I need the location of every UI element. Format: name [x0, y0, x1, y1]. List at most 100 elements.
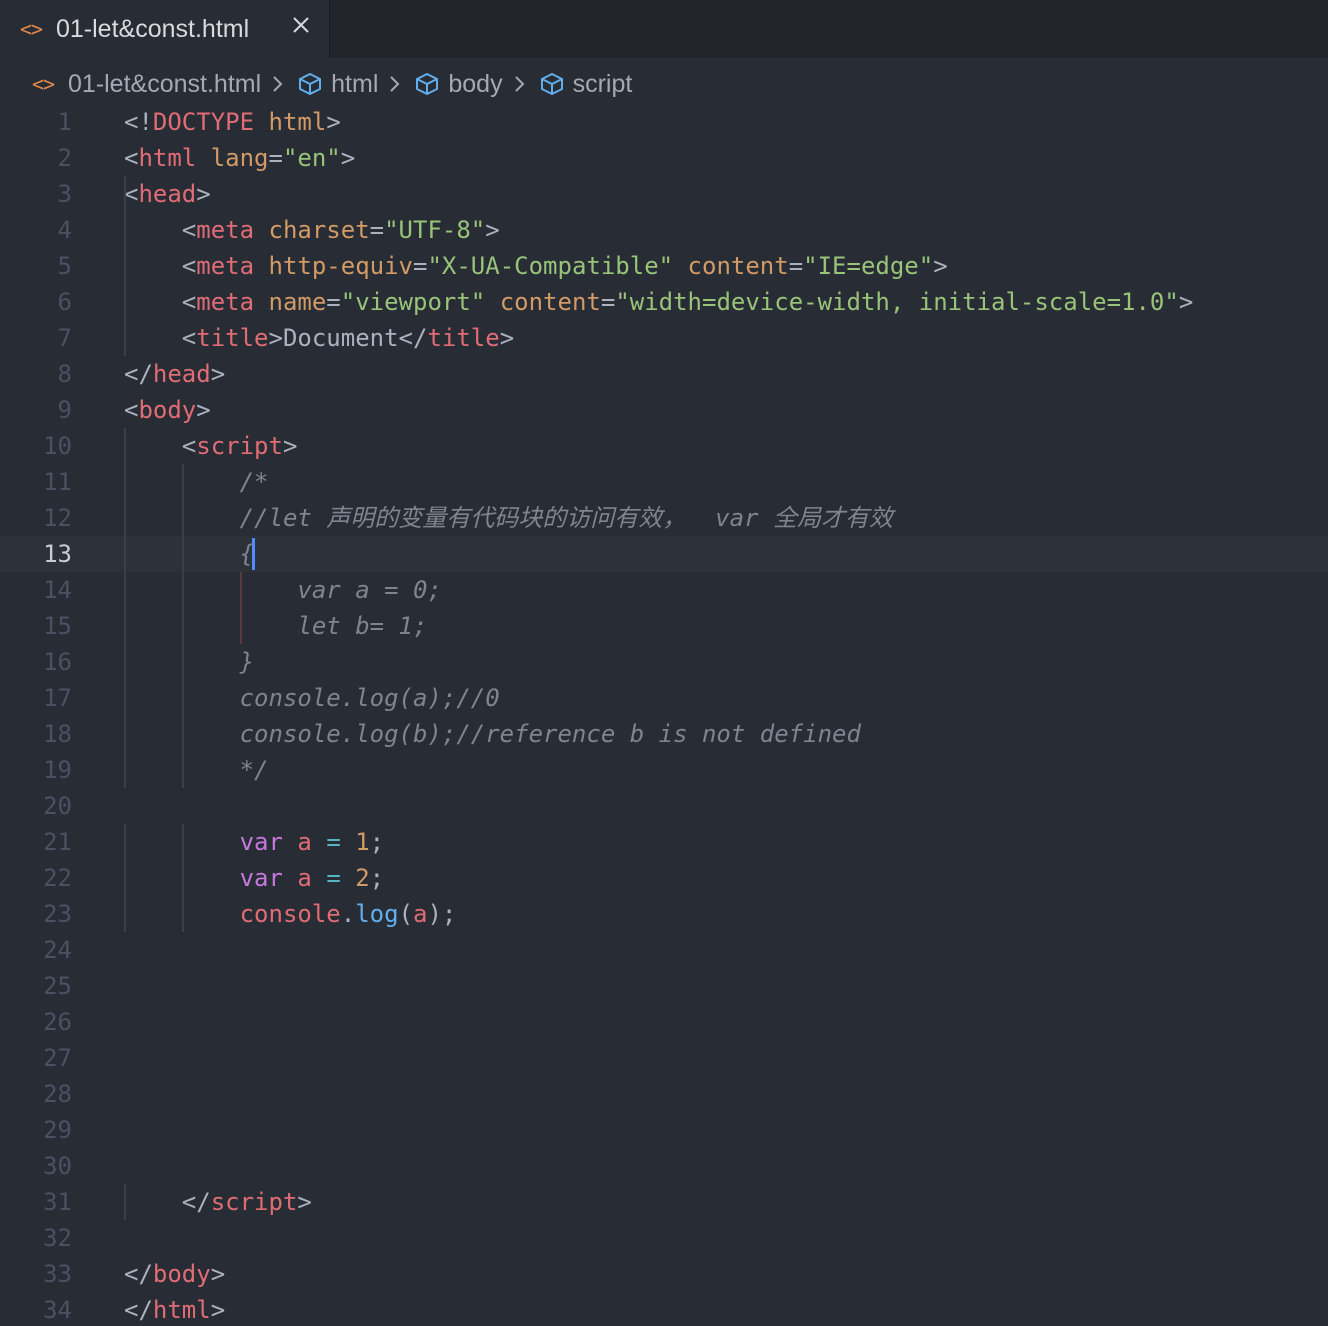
breadcrumb-item-html[interactable]: html [285, 70, 378, 99]
code-line[interactable]: 23 console.log(a); [0, 896, 1328, 932]
code-token: "width=device-width, initial-scale=1.0" [615, 288, 1179, 316]
close-icon[interactable] [290, 14, 312, 36]
code-line[interactable]: 16 } [0, 644, 1328, 680]
code-line[interactable]: 27 [0, 1040, 1328, 1076]
code-token: </ [124, 1296, 153, 1324]
code-token: "IE=edge" [803, 252, 934, 280]
code-line[interactable]: 19 */ [0, 752, 1328, 788]
code-token: < [124, 396, 139, 424]
code-line[interactable]: 34 </html> [0, 1292, 1328, 1326]
code-token: > [297, 1188, 312, 1216]
code-line[interactable]: 3 <head> [0, 176, 1328, 212]
code-line[interactable]: 11 /* [0, 464, 1328, 500]
code-editor[interactable]: 1 <!DOCTYPE html> 2 <html lang="en"> 3 <head>… [0, 104, 1328, 1326]
line-number: 15 [43, 612, 72, 640]
breadcrumb-item-body[interactable]: body [402, 70, 503, 99]
code-token: = [369, 216, 385, 244]
code-token: </ [398, 324, 428, 352]
code-token: body [152, 1260, 211, 1288]
line-number: 18 [43, 720, 72, 748]
code-line[interactable]: 6 <meta name="viewport" content="width=d… [0, 284, 1328, 320]
code-text: <body> [124, 392, 211, 428]
code-line[interactable]: 14 var a = 0; [0, 572, 1328, 608]
line-number: 32 [43, 1224, 72, 1252]
code-text: } [124, 644, 254, 680]
code-token: html [268, 108, 327, 136]
line-number: 1 [57, 108, 72, 136]
code-line[interactable]: 21 var a = 1; [0, 824, 1328, 860]
code-token: 2 [355, 864, 370, 892]
code-line[interactable]: 22 var a = 2; [0, 860, 1328, 896]
code-token: ; [369, 864, 385, 892]
code-line[interactable]: 29 [0, 1112, 1328, 1148]
html-file-icon: <> [20, 17, 43, 41]
code-token: console.log(a);//0 [124, 684, 500, 712]
code-line[interactable]: 8 </head> [0, 356, 1328, 392]
code-token: > [210, 1296, 226, 1324]
tab-label: 01-let&const.html [56, 14, 250, 43]
breadcrumb-label: script [572, 69, 633, 98]
code-line[interactable]: 1 <!DOCTYPE html> [0, 104, 1328, 140]
line-number: 4 [57, 216, 72, 244]
breadcrumb-file[interactable]: 01-let&const.html [68, 70, 261, 99]
code-token: > [196, 396, 211, 424]
code-token: http-equiv [268, 252, 414, 280]
editor-window: <> 01-let&const.html <> 01-let&const.htm… [0, 0, 1328, 1326]
code-line[interactable]: 28 [0, 1076, 1328, 1112]
code-text: <head> [124, 176, 211, 212]
code-text: */ [124, 752, 269, 788]
code-token: 1 [355, 828, 370, 856]
line-number: 10 [43, 432, 72, 460]
tab-active-file[interactable]: <> 01-let&const.html [0, 0, 330, 58]
line-number: 28 [43, 1080, 72, 1108]
code-token: title [196, 324, 269, 352]
breadcrumb-item-script[interactable]: script [527, 69, 633, 99]
code-line[interactable]: 7 <title>Document</title> [0, 320, 1328, 356]
chevron-right-icon [390, 76, 400, 92]
code-line[interactable]: 24 [0, 932, 1328, 968]
code-line[interactable]: 15 let b= 1; [0, 608, 1328, 644]
code-line[interactable]: 26 [0, 1004, 1328, 1040]
code-line[interactable]: 2 <html lang="en"> [0, 140, 1328, 176]
code-line[interactable]: 30 [0, 1148, 1328, 1184]
code-line[interactable]: 32 [0, 1220, 1328, 1256]
code-line[interactable]: 25 [0, 968, 1328, 1004]
code-token: } [124, 648, 255, 676]
code-text: </head> [124, 356, 225, 392]
code-text: <!DOCTYPE html> [124, 104, 341, 140]
code-text: var a = 0; [124, 572, 442, 608]
html-file-icon: <> [32, 72, 55, 96]
code-token: < [124, 432, 197, 460]
code-token: { [124, 540, 255, 568]
code-token: html [138, 144, 197, 172]
code-line[interactable]: 33 </body> [0, 1256, 1328, 1292]
code-line[interactable]: 5 <meta http-equiv="X-UA-Compatible" con… [0, 248, 1328, 284]
code-line[interactable]: 4 <meta charset="UTF-8"> [0, 212, 1328, 248]
code-text: </body> [124, 1256, 225, 1292]
code-line[interactable]: 10 <script> [0, 428, 1328, 464]
code-line[interactable]: 17 console.log(a);//0 [0, 680, 1328, 716]
code-token: var [239, 828, 283, 856]
code-token: head [138, 180, 197, 208]
code-token: = [788, 252, 804, 280]
code-token: < [124, 180, 139, 208]
text-cursor [252, 538, 256, 570]
code-line[interactable]: 12 //let 声明的变量有代码块的访问有效， var 全局才有效 [0, 500, 1328, 536]
line-number: 3 [57, 180, 72, 208]
code-token: = [326, 288, 341, 316]
code-line[interactable]: 13 { [0, 536, 1328, 572]
code-token: > [485, 216, 500, 244]
code-line[interactable]: 9 <body> [0, 392, 1328, 428]
code-line[interactable]: 20 [0, 788, 1328, 824]
code-token: body [138, 396, 197, 424]
code-line[interactable]: 31 </script> [0, 1184, 1328, 1220]
tab-bar: <> 01-let&const.html [0, 0, 1328, 58]
indent-guide [124, 824, 126, 932]
code-token: > [499, 324, 515, 352]
code-token: < [124, 324, 197, 352]
code-line[interactable]: 18 console.log(b);//reference b is not d… [0, 716, 1328, 752]
chevron-right-icon [273, 76, 283, 92]
